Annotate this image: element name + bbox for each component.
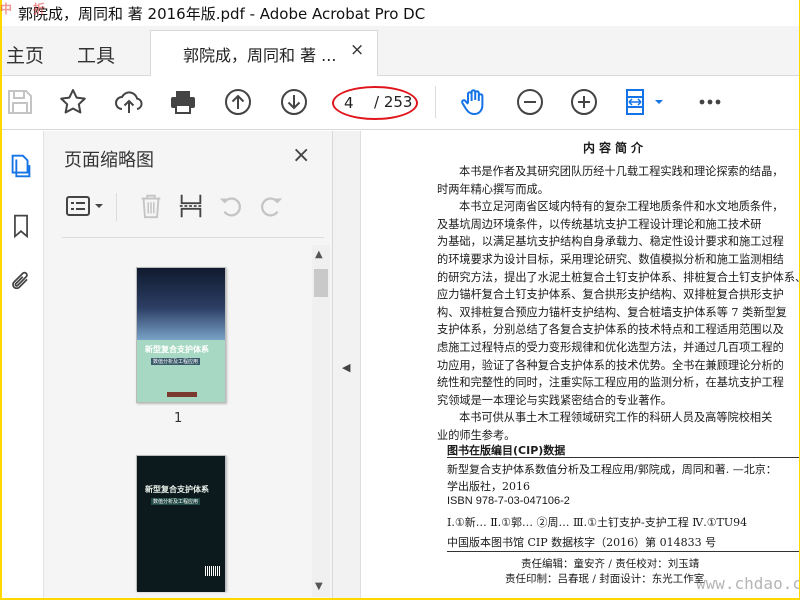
doc-heading: 内容简介 [583, 141, 648, 155]
zoom-in-icon[interactable] [568, 86, 600, 118]
doc-text-line: 究领域是一本理论与实践紧密结合的专业著作。 [437, 393, 672, 407]
cover-title: 新型复合支护体系 [145, 344, 209, 354]
save-icon[interactable] [4, 86, 36, 118]
thumbnail-panel: 页面缩略图 × 新型复合支护体系 数值分析及工程应用 1 新型复合支护体系 数值… [44, 131, 333, 598]
cip-line: 中国版本图书馆 CIP 数据核字（2016）第 014833 号 [447, 536, 717, 549]
bookmarks-icon[interactable] [6, 211, 36, 241]
delete-page-icon[interactable] [136, 191, 166, 221]
doc-text-line: 业的师生参考。 [437, 429, 516, 442]
doc-text-line: 及基坑周边环境条件，以传统基坑支护工程设计理论和施工技术研 [437, 217, 762, 231]
scroll-up-icon[interactable]: ▲ [315, 249, 323, 260]
doc-text-line: 本书可供从事土木工程领域研究工作的科研人员及高等院校相关 [459, 411, 773, 425]
tab-document-label: 郭院成，周同和 著 ... [183, 46, 337, 65]
thumbnail-list: 新型复合支护体系 数值分析及工程应用 1 新型复合支护体系 数值分析及工程应用 [62, 245, 310, 595]
tab-document[interactable]: 郭院成，周同和 著 ... × [150, 30, 378, 77]
extract-pages-icon[interactable] [176, 191, 206, 221]
cip-line: 新型复合支护体系数值分析及工程应用/郭院成，周同和著. —北京： [447, 463, 777, 476]
page-thumbnail-1[interactable]: 新型复合支护体系 数值分析及工程应用 [136, 267, 226, 403]
doc-text-line: 时两年精心撰写而成。 [437, 182, 549, 196]
page-thumbnail-2[interactable]: 新型复合支护体系 数值分析及工程应用 [136, 455, 226, 592]
scrollbar-thumb[interactable] [314, 269, 328, 297]
toolbar-divider [435, 86, 436, 118]
doc-text-line: 应力锚杆复合土钉支护体系、复合拱形支护结构、双排桩复合拱形支护 [437, 288, 784, 302]
toolbar: / 253 [2, 76, 799, 130]
credit-line-production: 责任印制：吕春珉 / 封面设计：东光工作室 [505, 573, 705, 585]
zoom-out-icon[interactable] [514, 86, 546, 118]
scroll-down-icon[interactable]: ▼ [315, 581, 323, 592]
doc-text-line: 支护体系，分别总结了各复合支护体系的技术特点和工程适用范围以及 [437, 323, 784, 337]
close-tab-icon[interactable]: × [350, 40, 364, 60]
document-page: 内容简介 本书是作者及其研究团队历经十几载工程实践和理论探索的结晶， 时两年精心撰… [361, 131, 799, 598]
window-title: 郭院成，周同和 著 2016年版.pdf - Adobe Acrobat Pro… [18, 5, 426, 23]
more-icon[interactable] [694, 86, 726, 118]
collapse-panel-icon[interactable]: ◀ [342, 361, 350, 374]
doc-text-line: 构、双排桩复合预应力锚杆支护结构、复合桩墙支护体系等 7 类新型复 [437, 305, 787, 319]
cover-image [137, 268, 225, 340]
cover-title: 新型复合支护体系 [145, 484, 209, 494]
doc-text-line: 的研究方法，提出了水泥土桩复合土钉支护体系、排桩复合土钉支护体系、 [437, 270, 799, 284]
acrobat-window: 郭院成，周同和 著 2016年版.pdf - Adobe Acrobat Pro… [2, 0, 799, 598]
title-bar: 郭院成，周同和 著 2016年版.pdf - Adobe Acrobat Pro… [2, 0, 799, 26]
hand-tool-icon[interactable] [458, 86, 490, 118]
page-up-icon[interactable] [222, 86, 254, 118]
watermark-site: www.chdao.com [696, 574, 799, 593]
rotate-right-icon[interactable] [256, 191, 286, 221]
left-rail [2, 131, 44, 598]
fit-page-icon[interactable] [622, 86, 670, 118]
page-navigator: / 253 [332, 85, 420, 121]
panel-toolbar-divider [116, 193, 117, 221]
panel-title: 页面缩略图 [64, 150, 154, 171]
cip-rule-top [447, 457, 799, 458]
cip-rule-bottom [447, 551, 799, 552]
cip-line: Ⅰ.①新… Ⅱ.①郭… ②周… Ⅲ.①土钉支护-支护工程 Ⅳ.①TU94 [447, 516, 748, 529]
cover-subtitle: 数值分析及工程应用 [151, 498, 201, 505]
cip-title: 图书在版编目(CIP)数据 [447, 444, 566, 457]
cover-subtitle: 数值分析及工程应用 [151, 358, 201, 365]
print-icon[interactable] [167, 86, 199, 118]
credit-line-editor: 责任编辑：童安齐 / 责任校对：刘玉靖 [521, 558, 700, 570]
barcode [205, 566, 221, 576]
upload-cloud-icon[interactable] [113, 86, 145, 118]
doc-text-line: 统性和完整性的同时，注重实际工程应用的监测分析，在基坑支护工程 [437, 376, 784, 390]
tab-tools[interactable]: 工具 [77, 41, 115, 68]
current-page-input[interactable] [344, 93, 366, 113]
panel-toolbar [62, 189, 322, 225]
tab-home[interactable]: 主页 [6, 41, 44, 68]
attachments-icon[interactable] [6, 267, 36, 297]
panel-separator [62, 237, 324, 238]
page-thumbnails-icon[interactable] [6, 151, 36, 181]
doc-text-line: 本书是作者及其研究团队历经十几载工程实践和理论探索的结晶， [459, 165, 784, 178]
doc-text-line: 虑施工过程特点的受力变形规律和优化选型方法，并通过几百项工程的 [437, 341, 784, 354]
doc-text-line: 本书立足河南省区域内特有的复杂工程地质条件和水文地质条件， [459, 200, 784, 214]
page-down-icon[interactable] [278, 86, 310, 118]
total-pages: / 253 [374, 93, 413, 111]
doc-text-line: 的环境要求为设计目标，采用理论研究、数值模拟分析和施工监测相结 [437, 253, 784, 266]
panel-collapse-strip: ◀ [333, 131, 361, 598]
doc-text-line: 功应用，验证了各种复合支护体系的技术优势。全书在兼顾理论分析的 [437, 358, 784, 372]
thumbnail-options-icon[interactable] [64, 191, 108, 221]
rotate-left-icon[interactable] [216, 191, 246, 221]
publisher-logo [167, 392, 197, 397]
watermark-corner: 中 折 [0, 2, 45, 16]
bookmark-star-icon[interactable] [57, 86, 89, 118]
tab-bar: 主页 工具 郭院成，周同和 著 ... × [2, 26, 799, 77]
cip-line: ISBN 978-7-03-047106-2 [447, 495, 570, 507]
close-panel-icon[interactable]: × [292, 143, 310, 168]
cip-line: 学出版社，2016 [447, 480, 530, 493]
doc-text-line: 为基础，以满足基坑支护结构自身承载力、稳定性设计要求和施工过程 [437, 235, 784, 249]
thumbnail-scrollbar[interactable]: ▲ ▼ [312, 245, 330, 597]
thumbnail-page-label: 1 [174, 411, 183, 426]
